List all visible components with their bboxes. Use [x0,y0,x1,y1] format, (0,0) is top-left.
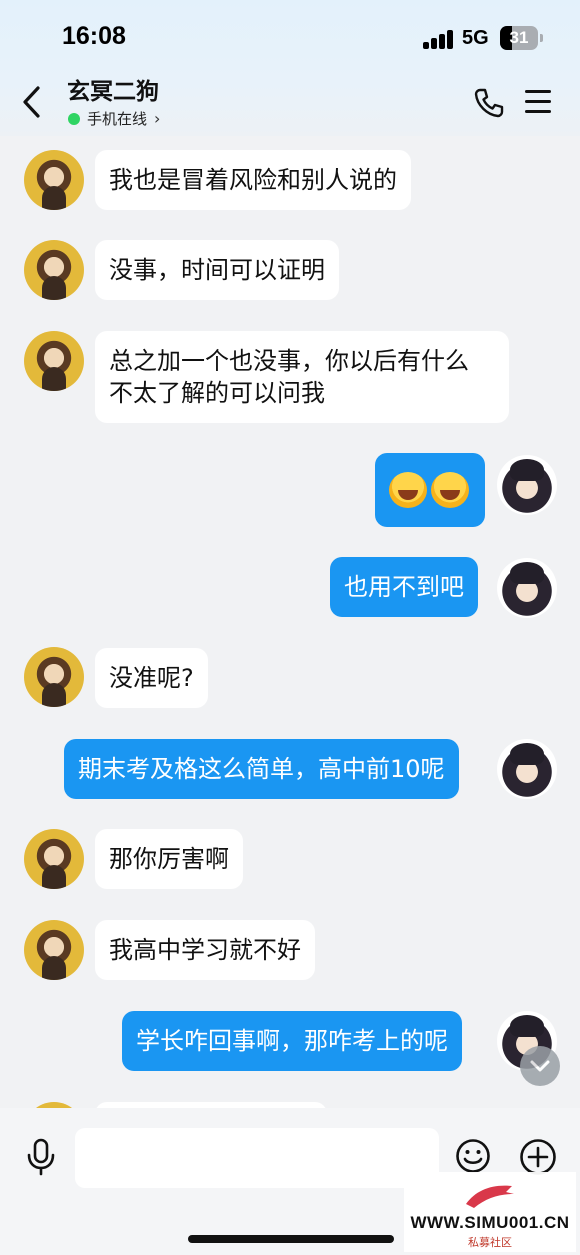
plus-icon [520,1139,556,1175]
battery-level: 31 [509,28,529,47]
outgoing-emoji-message[interactable] [375,453,485,527]
voice-input-button[interactable] [24,1138,58,1176]
home-indicator [188,1235,394,1243]
outgoing-message[interactable]: 也用不到吧 [330,557,478,617]
message-input[interactable] [75,1128,439,1188]
chevron-down-icon [530,1060,550,1072]
watermark-url: WWW.SIMU001.CN [410,1213,570,1232]
phone-icon [474,88,504,118]
status-time: 16:08 [62,22,126,50]
scroll-to-bottom-button[interactable] [520,1046,560,1086]
back-button[interactable] [18,84,48,120]
my-avatar[interactable] [497,455,557,515]
contact-avatar[interactable] [24,829,84,889]
incoming-message[interactable]: 总之加一个也没事，你以后有什么 不太了解的可以问我 [95,331,509,423]
contact-avatar[interactable] [24,647,84,707]
outgoing-message[interactable]: 学长咋回事啊，那咋考上的呢 [122,1011,462,1071]
outgoing-message[interactable]: 期末考及格这么简单，高中前10呢 [64,739,459,799]
incoming-message[interactable]: 我高中学习就不好 [95,920,315,980]
smiley-icon [456,1139,490,1173]
incoming-message[interactable]: 我也是冒着风险和别人说的 [95,150,411,210]
microphone-icon [27,1138,55,1176]
my-avatar[interactable] [497,558,557,618]
contact-avatar[interactable] [24,240,84,300]
laughing-crying-face-icon [431,472,469,508]
incoming-message[interactable]: 没准呢? [95,648,208,708]
watermark-subtitle: 私募社区 [468,1236,512,1249]
online-dot-icon [68,112,80,125]
contact-avatar[interactable] [24,150,84,210]
more-options-button[interactable] [519,1138,557,1176]
laughing-crying-face-icon [389,472,427,508]
online-status-label: 手机在线 [87,110,148,128]
chevron-right-icon: › [154,109,161,128]
signal-icon [423,29,455,49]
watermark-logo-icon [466,1185,514,1208]
watermark: WWW.SIMU001.CN 私募社区 [404,1172,576,1252]
online-status[interactable]: 手机在线 › [68,108,160,129]
contact-name[interactable]: 玄冥二狗 [67,72,159,106]
contact-avatar[interactable] [24,331,84,391]
network-type: 5G [462,27,489,49]
contact-avatar[interactable] [24,920,84,980]
emoji-button[interactable] [455,1138,491,1174]
message-line: 总之加一个也没事，你以后有什么 [109,347,469,375]
menu-button[interactable] [525,89,553,115]
my-avatar[interactable] [497,739,557,799]
battery-icon: 31 [500,26,543,50]
incoming-message[interactable]: 那你厉害啊 [95,829,243,889]
voice-call-button[interactable] [472,86,506,120]
message-line: 不太了解的可以问我 [109,379,325,407]
chevron-left-icon [23,86,40,118]
incoming-message[interactable]: 没事，时间可以证明 [95,240,339,300]
